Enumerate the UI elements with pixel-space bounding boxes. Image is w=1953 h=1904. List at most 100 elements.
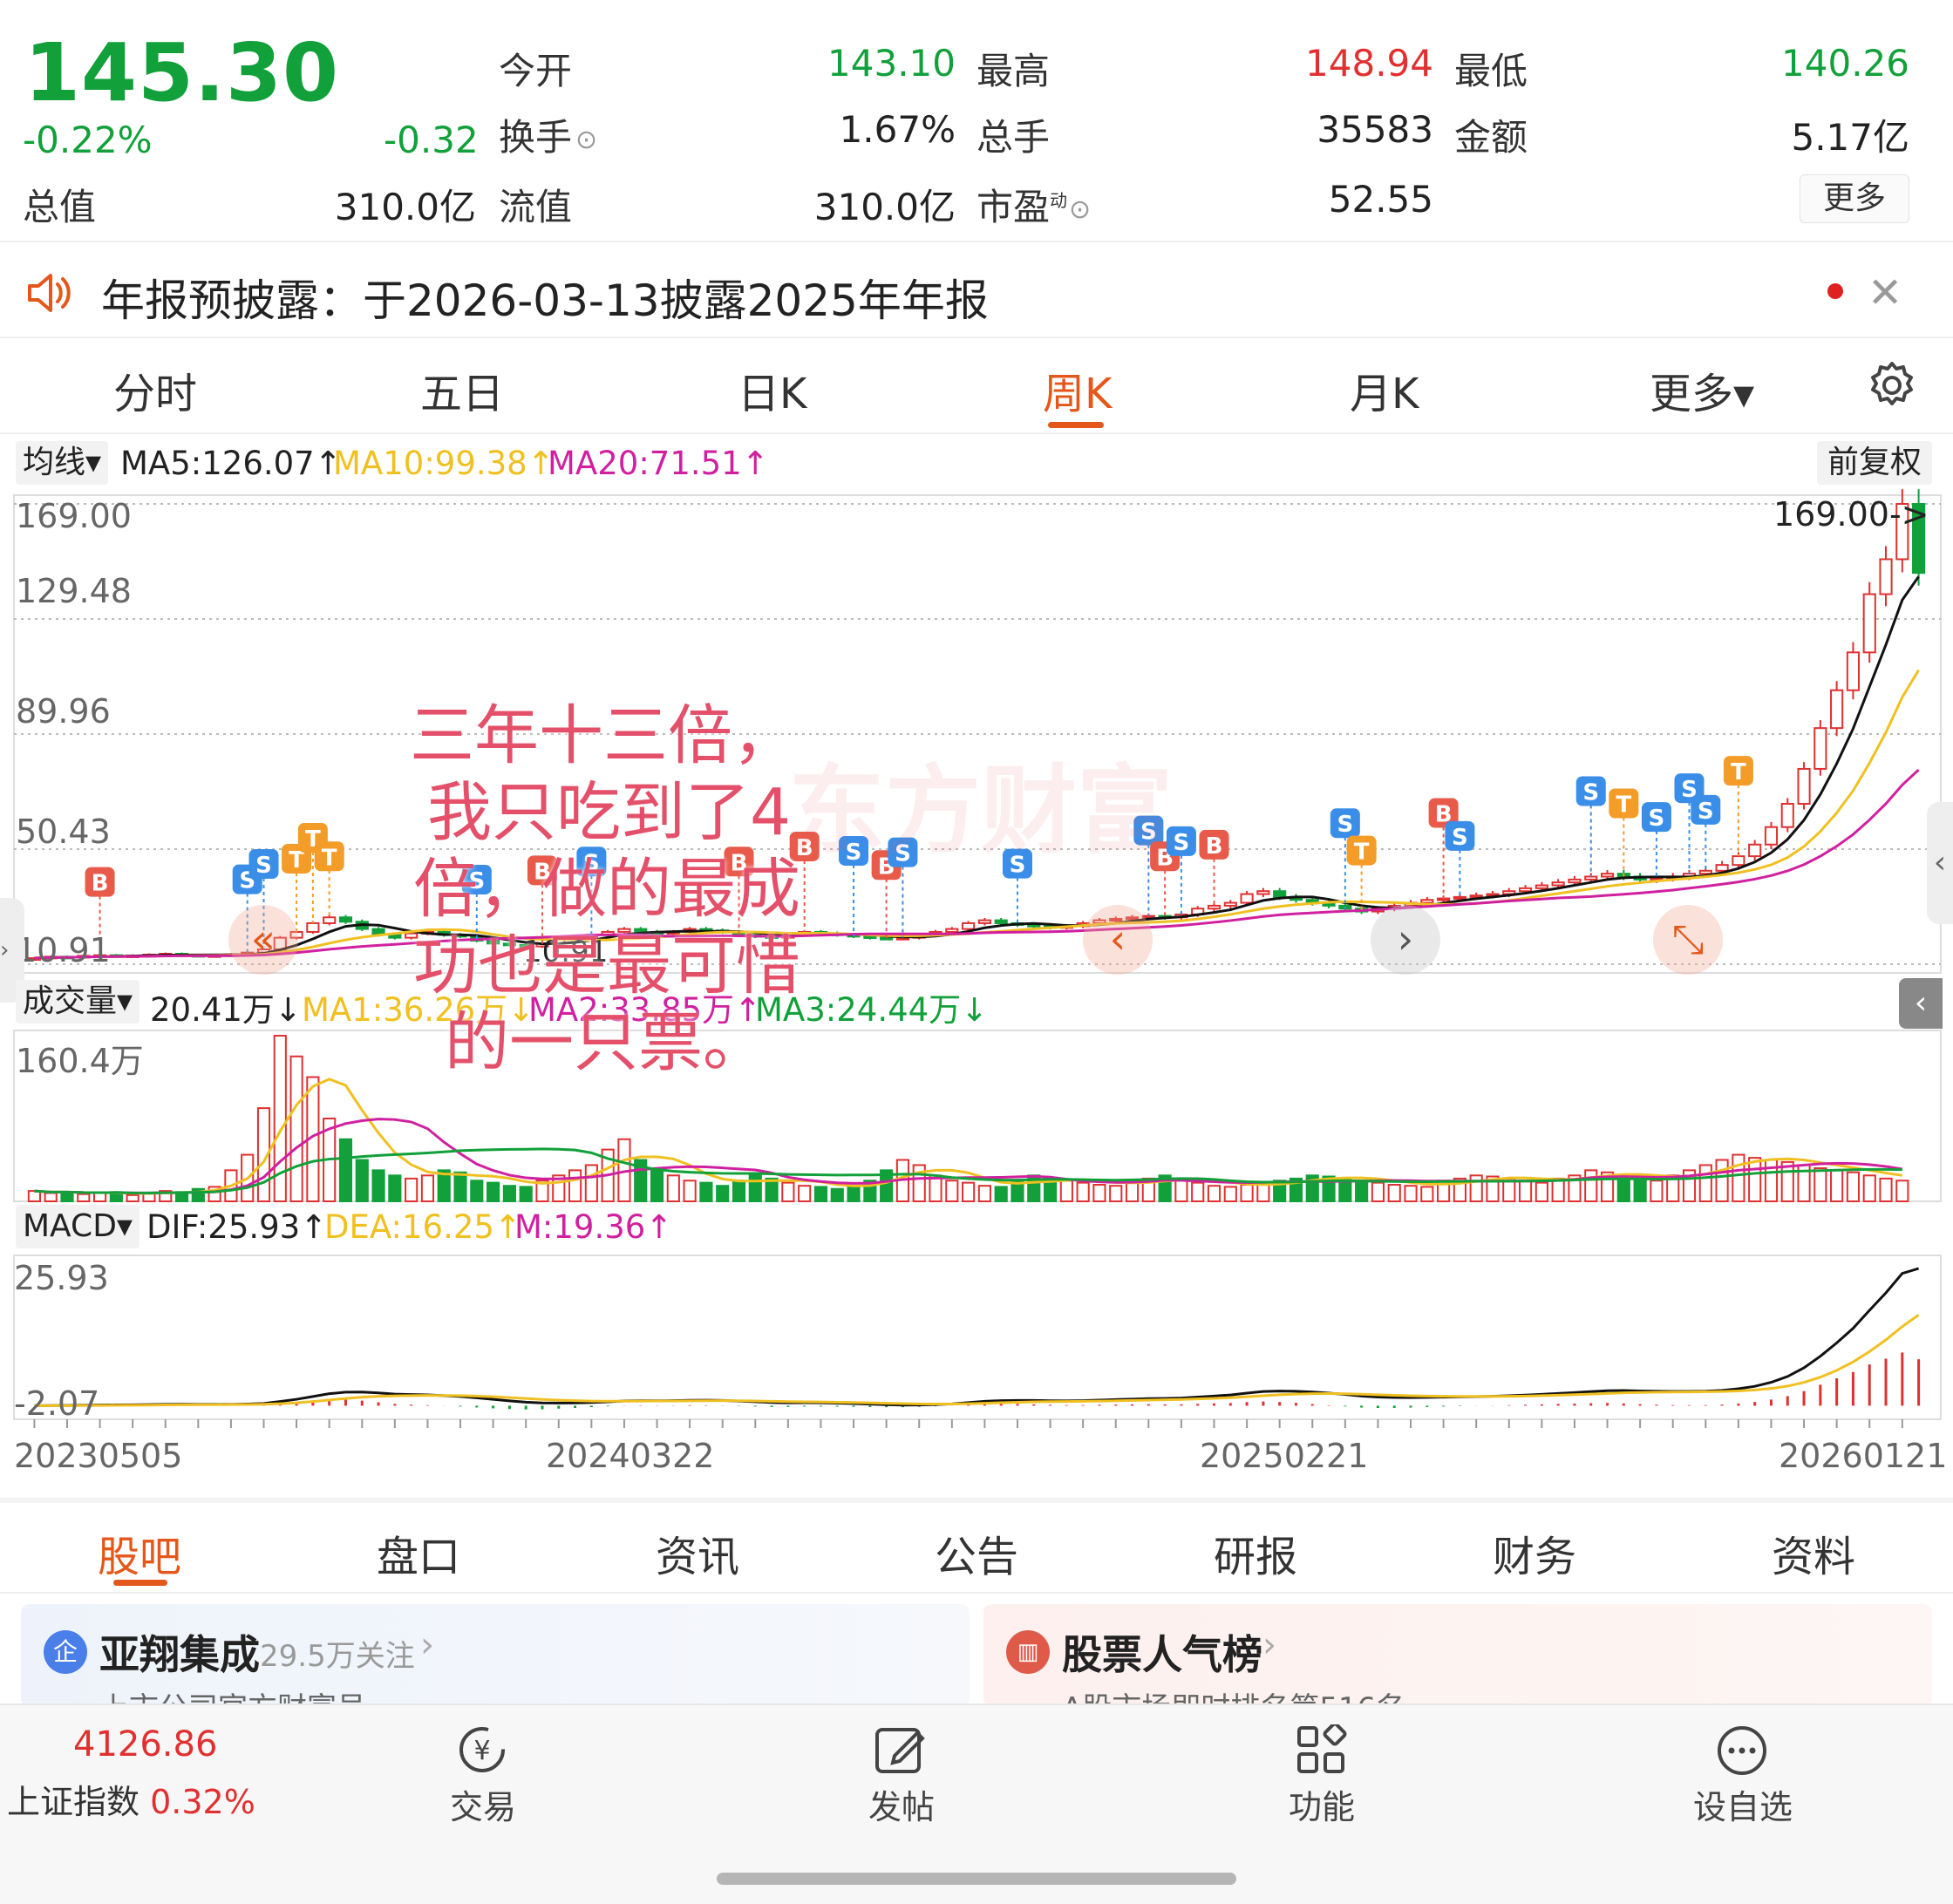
volume-bar (1732, 1153, 1745, 1202)
nav-add-watchlist[interactable]: 设自选 (1693, 1780, 1793, 1828)
candle (1518, 887, 1533, 893)
volume-bar (1814, 1167, 1827, 1202)
trade-marker-label: S (1649, 806, 1665, 832)
post-icon[interactable] (874, 1724, 929, 1780)
trade-marker-label: B (1206, 833, 1223, 860)
tab-announcements[interactable]: 公告 (935, 1522, 1018, 1583)
candle (1420, 899, 1434, 904)
volume-bar (1551, 1177, 1565, 1202)
macd-selector[interactable]: MACD▾ (16, 1205, 140, 1248)
info-icon[interactable]: ⊙ (1069, 194, 1091, 225)
open-label: 今开 (499, 50, 573, 92)
nav-post[interactable]: 发帖 (868, 1780, 935, 1828)
active-tab-indicator (113, 1580, 167, 1586)
index-name[interactable]: 上证指数 0.32% (7, 1775, 255, 1823)
price-axis-label: 10.91 (16, 931, 111, 969)
volume-bar (584, 1164, 598, 1202)
ma20-legend: MA20:71.51↑ (548, 445, 769, 482)
current-price: 145.30 (24, 26, 340, 119)
volume-bar (1846, 1171, 1861, 1202)
tab-news[interactable]: 资讯 (656, 1522, 739, 1583)
volume-bar (1534, 1181, 1548, 1202)
tab-profile[interactable]: 资料 (1772, 1522, 1855, 1583)
trade-marker-label: S (255, 853, 272, 879)
volume-bar (1715, 1159, 1729, 1202)
tab-guba[interactable]: 股吧 (98, 1522, 181, 1583)
tab-intraday[interactable]: 分时 (113, 359, 197, 420)
volume-bar (1174, 1180, 1188, 1202)
divider (0, 1498, 1953, 1503)
tab-more[interactable]: 更多▾ (1650, 359, 1754, 420)
company-card[interactable]: 企 亚翔集成 29.5万关注 › 上市公司官方财富号 (21, 1604, 970, 1707)
price-axis-label: 89.96 (16, 692, 111, 731)
volume-bar (289, 1055, 303, 1202)
divider (0, 337, 1953, 338)
candle (1715, 864, 1729, 872)
trade-icon[interactable]: ¥ (452, 1723, 513, 1780)
volume-bar (1240, 1184, 1254, 1202)
notice-text[interactable]: 年报预披露：于2026-03-13披露2025年年报 (101, 266, 989, 329)
gear-icon[interactable] (1866, 359, 1918, 415)
tab-monthly-k[interactable]: 月K (1350, 359, 1419, 420)
dif-legend: DIF:25.93↑ (146, 1208, 328, 1246)
chevron-left-icon[interactable]: ‹ (1083, 905, 1153, 975)
close-icon[interactable]: ✕ (1868, 269, 1902, 317)
volume-bar (355, 1159, 369, 1202)
candle (1600, 873, 1615, 878)
speaker-icon (24, 269, 73, 321)
volume-bar (1764, 1159, 1779, 1202)
volume-bar (388, 1174, 402, 1202)
company-badge-icon: 企 (44, 1630, 87, 1674)
candle (1207, 904, 1221, 910)
tab-daily-k[interactable]: 日K (738, 359, 806, 420)
volume-bar (1633, 1177, 1647, 1202)
rewind-icon[interactable]: « (228, 905, 298, 975)
chevron-right-icon[interactable]: › (1371, 905, 1440, 975)
volume-bar (945, 1180, 959, 1202)
tab-research[interactable]: 研报 (1214, 1522, 1297, 1583)
side-panel-toggle[interactable]: ‹ (1927, 802, 1953, 924)
ma-selector[interactable]: 均线▾ (16, 441, 109, 485)
tab-weekly-k[interactable]: 周K (1043, 359, 1112, 420)
dea-line (34, 1314, 1920, 1407)
index-value[interactable]: 4126.86 (73, 1724, 217, 1765)
volume-bar (683, 1180, 697, 1202)
amount-value: 5.17亿 (1791, 116, 1909, 159)
trade-marker-label: S (1337, 812, 1353, 838)
info-icon[interactable]: ⊙ (575, 125, 597, 155)
apps-icon[interactable] (1296, 1722, 1348, 1780)
volume-bar (994, 1186, 1008, 1202)
date-label: 20250221 (1200, 1437, 1369, 1475)
candle (306, 921, 320, 933)
volume-bar (405, 1177, 418, 1202)
volume-bar (1650, 1180, 1664, 1202)
pe-label[interactable]: 市盈动⊙ (976, 178, 1091, 231)
popularity-card[interactable]: ▥ 股票人气榜 › A股市场即时排名第516名 (983, 1604, 1932, 1707)
tab-pankou[interactable]: 盘口 (377, 1522, 460, 1583)
volume-bar (1862, 1174, 1876, 1202)
collapse-indicator-button[interactable]: ‹ (1899, 978, 1943, 1029)
nav-functions[interactable]: 功能 (1289, 1780, 1355, 1828)
volume-bar (1895, 1180, 1909, 1202)
volume-bar (716, 1185, 730, 1202)
volume-bar (371, 1169, 385, 1202)
expand-icon[interactable]: ⤡ (1653, 905, 1723, 975)
more-circle-icon[interactable] (1714, 1723, 1770, 1782)
trade-marker-label: S (1582, 780, 1599, 806)
adjust-button[interactable]: 前复权 (1817, 441, 1933, 485)
tab-five-day[interactable]: 五日 (420, 359, 504, 420)
candle (1780, 803, 1794, 828)
trade-marker-label: S (1174, 830, 1190, 856)
more-quote-button[interactable]: 更多 (1800, 174, 1909, 223)
price-axis-label: 169.00 (16, 497, 132, 535)
turnover-label[interactable]: 换手 ⊙ (499, 108, 597, 161)
macd-panel-frame (13, 1255, 1942, 1420)
candle (1551, 881, 1565, 887)
volume-selector[interactable]: 成交量▾ (16, 980, 140, 1023)
volume-label: 总手 (976, 116, 1051, 159)
nav-trade[interactable]: 交易 (450, 1780, 516, 1828)
tab-finance[interactable]: 财务 (1493, 1522, 1576, 1583)
volume-bar (1404, 1185, 1418, 1202)
follower-count: 29.5万关注 (260, 1639, 415, 1674)
overlay-text-line: 倍，做的最成 (413, 852, 800, 927)
